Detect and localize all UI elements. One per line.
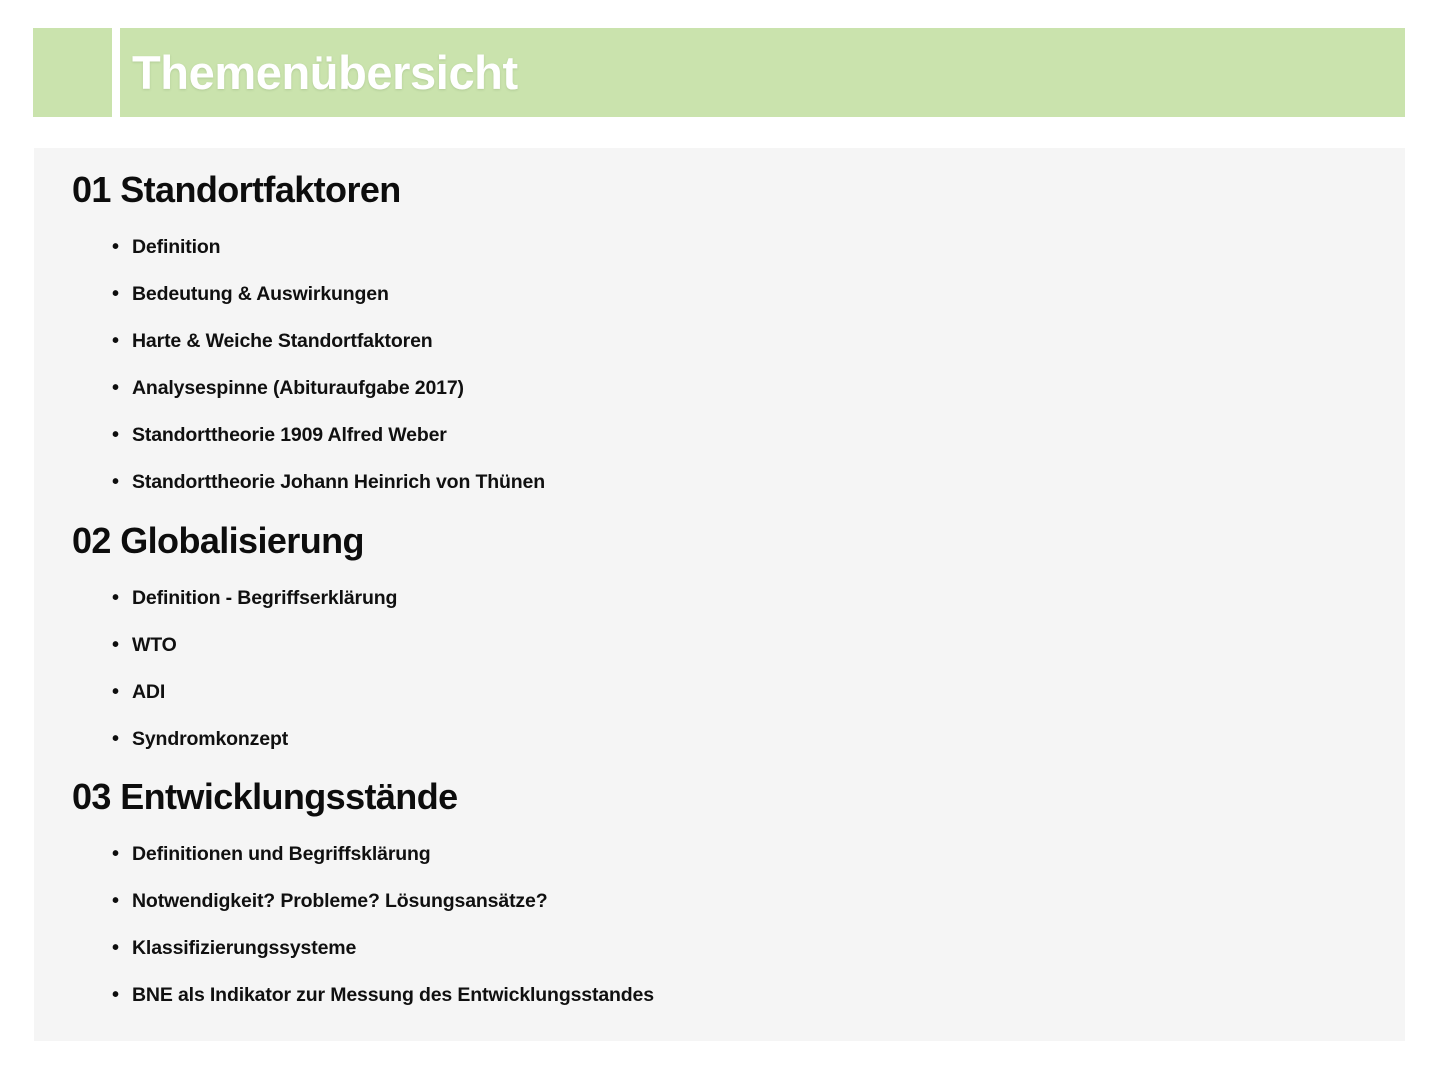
section-heading: 03 Entwicklungsstände — [72, 776, 458, 817]
section-heading: 01 Standortfaktoren — [72, 169, 401, 210]
bullet-icon: • — [112, 377, 120, 399]
list-item[interactable]: • Standorttheorie 1909 Alfred Weber — [112, 412, 545, 459]
bullet-icon: • — [112, 236, 120, 258]
list-item-label: Standorttheorie Johann Heinrich von Thün… — [132, 471, 545, 493]
bullet-icon: • — [112, 681, 120, 703]
list-item[interactable]: • Definition - Begriffserklärung — [112, 575, 397, 622]
list-item[interactable]: • Harte & Weiche Standortfaktoren — [112, 318, 545, 365]
list-item-label: BNE als Indikator zur Messung des Entwic… — [132, 984, 654, 1006]
list-item[interactable]: • Klassifizierungssysteme — [112, 925, 654, 972]
section-heading: 02 Globalisierung — [72, 520, 364, 561]
list-item-label: Definition — [132, 236, 221, 258]
bullet-icon: • — [112, 330, 120, 352]
section-standortfaktoren: 01 Standortfaktoren • Definition • Bedeu… — [72, 172, 545, 506]
bullet-icon: • — [112, 984, 120, 1006]
list-item[interactable]: • Definitionen und Begriffsklärung — [112, 831, 654, 878]
list-item-label: Analysespinne (Abituraufgabe 2017) — [132, 377, 464, 399]
list-item-label: WTO — [132, 634, 177, 656]
bullet-icon: • — [112, 634, 120, 656]
section-topic-list: • Definition - Begriffserklärung • WTO •… — [112, 575, 397, 763]
bullet-icon: • — [112, 843, 120, 865]
slide: Themenübersicht 01 Standortfaktoren • De… — [0, 0, 1439, 1080]
list-item[interactable]: • Definition — [112, 224, 545, 271]
list-item-label: Harte & Weiche Standortfaktoren — [132, 330, 433, 352]
bullet-icon: • — [112, 937, 120, 959]
list-item[interactable]: • Standorttheorie Johann Heinrich von Th… — [112, 459, 545, 506]
bullet-icon: • — [112, 471, 120, 493]
list-item-label: Standorttheorie 1909 Alfred Weber — [132, 424, 447, 446]
list-item[interactable]: • BNE als Indikator zur Messung des Entw… — [112, 972, 654, 1019]
bullet-icon: • — [112, 283, 120, 305]
list-item-label: Notwendigkeit? Probleme? Lösungsansätze? — [132, 890, 548, 912]
list-item[interactable]: • Notwendigkeit? Probleme? Lösungsansätz… — [112, 878, 654, 925]
list-item[interactable]: • Syndromkonzept — [112, 716, 397, 763]
content-panel: 01 Standortfaktoren • Definition • Bedeu… — [34, 148, 1405, 1041]
section-topic-list: • Definition • Bedeutung & Auswirkungen … — [112, 224, 545, 506]
section-entwicklungsstaende: 03 Entwicklungsstände • Definitionen und… — [72, 779, 654, 1019]
list-item-label: Klassifizierungssysteme — [132, 937, 357, 959]
list-item-label: ADI — [132, 681, 166, 703]
section-topic-list: • Definitionen und Begriffsklärung • Not… — [112, 831, 654, 1019]
list-item-label: Definitionen und Begriffsklärung — [132, 843, 431, 865]
list-item[interactable]: • Analysespinne (Abituraufgabe 2017) — [112, 365, 545, 412]
header-band: Themenübersicht — [33, 28, 1405, 117]
list-item-label: Syndromkonzept — [132, 728, 289, 750]
list-item-label: Definition - Begriffserklärung — [132, 587, 398, 609]
page-title: Themenübersicht — [132, 46, 518, 99]
header-divider — [112, 28, 120, 117]
bullet-icon: • — [112, 890, 120, 912]
list-item[interactable]: • WTO — [112, 622, 397, 669]
bullet-icon: • — [112, 424, 120, 446]
bullet-icon: • — [112, 728, 120, 750]
list-item[interactable]: • ADI — [112, 669, 397, 716]
bullet-icon: • — [112, 587, 120, 609]
section-globalisierung: 02 Globalisierung • Definition - Begriff… — [72, 523, 397, 763]
list-item-label: Bedeutung & Auswirkungen — [132, 283, 389, 305]
list-item[interactable]: • Bedeutung & Auswirkungen — [112, 271, 545, 318]
